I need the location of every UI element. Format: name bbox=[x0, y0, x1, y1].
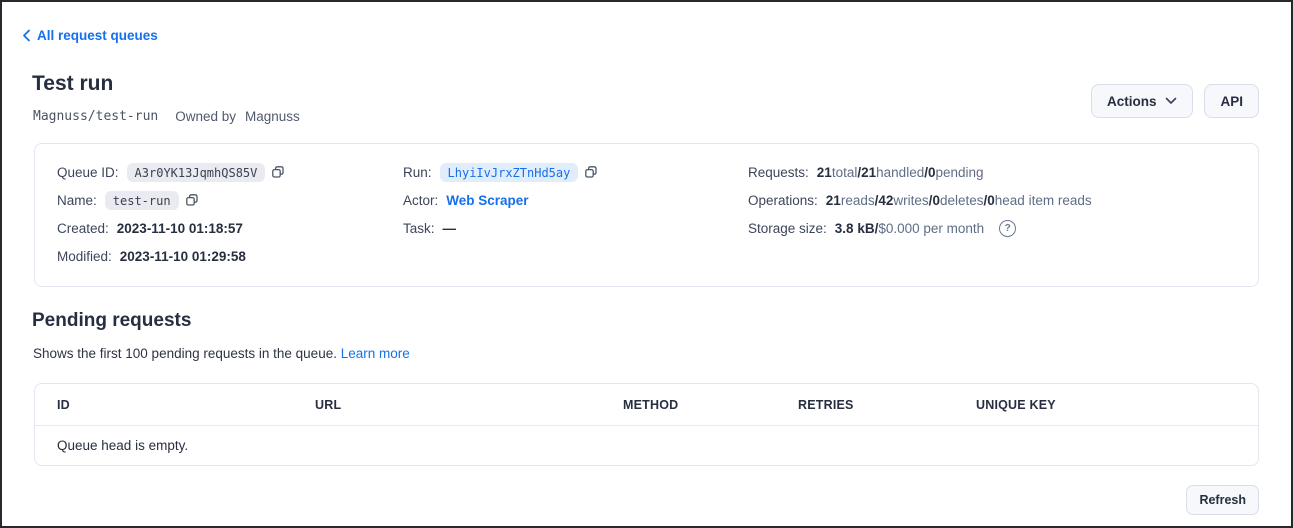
table-header-row: ID URL METHOD RETRIES UNIQUE KEY bbox=[35, 384, 1258, 426]
help-icon[interactable]: ? bbox=[999, 220, 1016, 237]
refresh-button[interactable]: Refresh bbox=[1186, 485, 1259, 515]
run-row: Run: LhyiIvJrxZTnHd5ay bbox=[403, 158, 598, 186]
queue-id-label: Queue ID: bbox=[57, 165, 119, 180]
name-row: Name: test-run bbox=[57, 186, 285, 214]
column-header-id: ID bbox=[57, 398, 315, 412]
actions-button[interactable]: Actions bbox=[1091, 84, 1194, 118]
header-actions: Actions API bbox=[1091, 84, 1259, 118]
name-value: test-run bbox=[105, 191, 179, 210]
requests-stats: 21 total / 21 handled / 0 pending bbox=[817, 165, 984, 180]
operations-stats: 21 reads / 42 writes / 0 deletes / 0 hea… bbox=[826, 193, 1092, 208]
modified-value: 2023-11-10 01:29:58 bbox=[120, 249, 246, 264]
requests-label: Requests: bbox=[748, 165, 809, 180]
operations-label: Operations: bbox=[748, 193, 818, 208]
copy-icon[interactable] bbox=[584, 165, 598, 179]
run-label: Run: bbox=[403, 165, 432, 180]
chevron-left-icon bbox=[22, 29, 31, 42]
refresh-button-label: Refresh bbox=[1199, 493, 1246, 507]
back-link-label: All request queues bbox=[37, 28, 158, 43]
details-column-stats: Requests: 21 total / 21 handled / 0 pend… bbox=[748, 158, 1092, 242]
modified-row: Modified: 2023-11-10 01:29:58 bbox=[57, 242, 285, 270]
created-label: Created: bbox=[57, 221, 109, 236]
learn-more-link[interactable]: Learn more bbox=[341, 346, 410, 361]
queue-id-value: A3r0YK13JqmhQS85V bbox=[127, 163, 266, 182]
actions-button-label: Actions bbox=[1107, 94, 1157, 109]
pending-requests-title: Pending requests bbox=[32, 310, 191, 332]
operations-row: Operations: 21 reads / 42 writes / 0 del… bbox=[748, 186, 1092, 214]
column-header-method: METHOD bbox=[623, 398, 798, 412]
table-empty-row: Queue head is empty. bbox=[35, 426, 1258, 465]
page-title: Test run bbox=[32, 72, 113, 96]
copy-icon[interactable] bbox=[185, 193, 199, 207]
task-row: Task: — bbox=[403, 214, 598, 242]
pending-requests-description-text: Shows the first 100 pending requests in … bbox=[33, 346, 337, 361]
api-button[interactable]: API bbox=[1204, 84, 1259, 118]
empty-message: Queue head is empty. bbox=[57, 438, 188, 453]
storage-size-row: Storage size: 3.8 kB / $0.000 per month … bbox=[748, 214, 1092, 242]
queue-id-row: Queue ID: A3r0YK13JqmhQS85V bbox=[57, 158, 285, 186]
storage-size-stats: 3.8 kB / $0.000 per month bbox=[835, 221, 984, 236]
column-header-unique-key: UNIQUE KEY bbox=[976, 398, 1236, 412]
refresh-button-container: Refresh bbox=[1186, 485, 1259, 515]
back-to-all-request-queues-link[interactable]: All request queues bbox=[22, 28, 158, 43]
name-label: Name: bbox=[57, 193, 97, 208]
details-column-origin: Run: LhyiIvJrxZTnHd5ay Actor: Web Scrape… bbox=[403, 158, 598, 242]
resource-path: Magnuss/test-run bbox=[33, 109, 158, 124]
details-column-identity: Queue ID: A3r0YK13JqmhQS85V Name: test-r… bbox=[57, 158, 285, 270]
modified-label: Modified: bbox=[57, 249, 112, 264]
actor-label: Actor: bbox=[403, 193, 438, 208]
pending-requests-table: ID URL METHOD RETRIES UNIQUE KEY Queue h… bbox=[34, 383, 1259, 466]
task-label: Task: bbox=[403, 221, 435, 236]
column-header-url: URL bbox=[315, 398, 623, 412]
api-button-label: API bbox=[1220, 94, 1243, 109]
copy-icon[interactable] bbox=[271, 165, 285, 179]
created-value: 2023-11-10 01:18:57 bbox=[117, 221, 243, 236]
created-row: Created: 2023-11-10 01:18:57 bbox=[57, 214, 285, 242]
actor-row: Actor: Web Scraper bbox=[403, 186, 598, 214]
request-queue-detail-page: All request queues Test run Magnuss/test… bbox=[0, 0, 1293, 528]
run-id-link[interactable]: LhyiIvJrxZTnHd5ay bbox=[440, 163, 579, 182]
column-header-retries: RETRIES bbox=[798, 398, 976, 412]
storage-size-label: Storage size: bbox=[748, 221, 827, 236]
requests-row: Requests: 21 total / 21 handled / 0 pend… bbox=[748, 158, 1092, 186]
chevron-down-icon bbox=[1165, 97, 1177, 105]
task-value: — bbox=[443, 221, 457, 236]
page-subtitle: Magnuss/test-run Owned by Magnuss bbox=[33, 109, 300, 124]
owner-name: Magnuss bbox=[245, 109, 300, 124]
queue-details-card: Queue ID: A3r0YK13JqmhQS85V Name: test-r… bbox=[34, 143, 1259, 287]
actor-link[interactable]: Web Scraper bbox=[446, 193, 528, 208]
pending-requests-description: Shows the first 100 pending requests in … bbox=[33, 346, 410, 361]
owned-by-label: Owned by bbox=[175, 109, 236, 124]
